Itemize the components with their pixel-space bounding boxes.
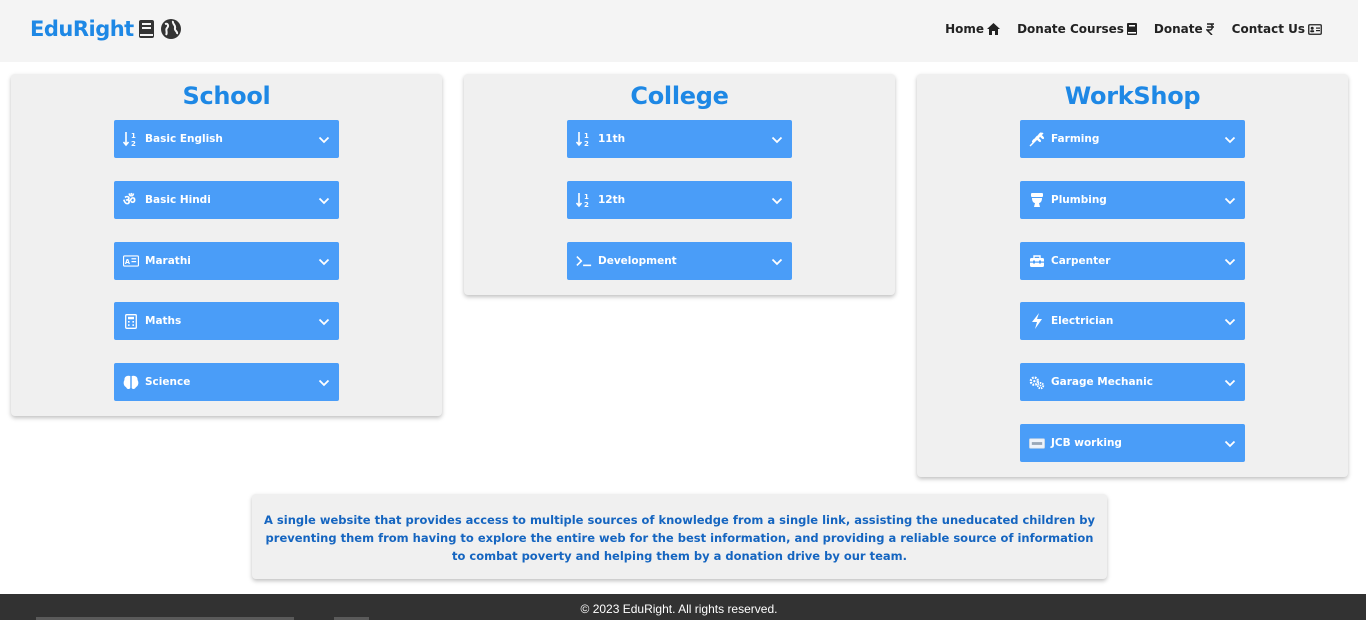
svg-text:2: 2	[584, 140, 589, 147]
workshop-card: WorkShop Farming Plumbing Carpenter Elec…	[917, 74, 1348, 477]
accordion-carpenter[interactable]: Carpenter	[1020, 242, 1245, 280]
college-title: College	[630, 82, 729, 110]
nav-donate-courses-label[interactable]: Donate Courses	[1017, 22, 1124, 36]
rupee-icon	[1205, 23, 1215, 35]
terminal-icon	[576, 253, 592, 269]
accordion-11th[interactable]: 12 11th	[567, 120, 792, 158]
navbar: EduRight Home Donate Courses Donate Cont…	[0, 0, 1358, 62]
wheat-icon	[1029, 131, 1045, 147]
sort-numeric-icon: 12	[576, 131, 592, 147]
accordion-basic-hindi[interactable]: ॐ Basic Hindi	[114, 181, 339, 219]
chevron-down-icon[interactable]	[318, 255, 330, 267]
svg-text:A: A	[125, 258, 131, 266]
accordion-maths[interactable]: Maths	[114, 302, 339, 340]
nav-donate-courses[interactable]: Donate Courses	[1017, 22, 1137, 36]
nav-contact-label[interactable]: Contact Us	[1232, 22, 1305, 36]
svg-text:1: 1	[584, 193, 589, 201]
accordion-basic-english[interactable]: 12 Basic English	[114, 120, 339, 158]
chevron-down-icon[interactable]	[1224, 376, 1236, 388]
school-title: School	[182, 82, 271, 110]
svg-text:ॐ: ॐ	[123, 192, 136, 208]
brain-icon	[123, 374, 139, 390]
gears-icon	[1029, 374, 1045, 390]
nav-contact[interactable]: Contact Us	[1232, 22, 1322, 36]
bolt-icon	[1029, 313, 1045, 329]
svg-text:2: 2	[584, 201, 589, 208]
accordion-label: Science	[145, 376, 191, 388]
chevron-down-icon[interactable]	[771, 194, 783, 206]
accordion-label: Plumbing	[1051, 194, 1107, 206]
nav-links: Home Donate Courses Donate Contact Us	[945, 22, 1322, 36]
footer: © 2023 EduRight. All rights reserved.	[0, 594, 1366, 620]
about-box: A single website that provides access to…	[252, 494, 1107, 579]
svg-text:2: 2	[131, 140, 136, 147]
brand-logo[interactable]: EduRight	[30, 17, 182, 41]
nav-donate[interactable]: Donate	[1154, 22, 1215, 36]
accordion-development[interactable]: Development	[567, 242, 792, 280]
svg-text:1: 1	[131, 132, 136, 140]
accordion-label: Carpenter	[1051, 255, 1111, 267]
jcb-icon	[1029, 435, 1045, 451]
accordion-marathi[interactable]: A Marathi	[114, 242, 339, 280]
accordion-label: Maths	[145, 315, 182, 327]
accordion-label: Basic Hindi	[145, 194, 211, 206]
accordion-label: Marathi	[145, 255, 191, 267]
workshop-title: WorkShop	[1064, 82, 1201, 110]
page-scrollbar[interactable]	[1358, 0, 1366, 620]
chevron-down-icon[interactable]	[771, 133, 783, 145]
globe-icon	[160, 18, 182, 40]
book-icon	[1126, 23, 1137, 35]
sort-numeric-icon: 12	[576, 192, 592, 208]
book-icon	[137, 19, 157, 39]
accordion-label: 11th	[598, 133, 626, 145]
nav-home-label[interactable]: Home	[945, 22, 984, 36]
school-card: School 12 Basic English ॐ Basic Hindi A …	[11, 74, 442, 416]
chevron-down-icon[interactable]	[1224, 194, 1236, 206]
chevron-down-icon[interactable]	[318, 376, 330, 388]
brand-name[interactable]: EduRight	[30, 17, 134, 41]
chevron-down-icon[interactable]	[1224, 315, 1236, 327]
calculator-icon	[123, 313, 139, 329]
om-icon: ॐ	[123, 192, 139, 208]
nav-donate-label[interactable]: Donate	[1154, 22, 1203, 36]
accordion-label: 12th	[598, 194, 626, 206]
accordion-jcb-working[interactable]: JCB working	[1020, 424, 1245, 462]
id-card-icon: A	[123, 253, 139, 269]
toolbox-icon	[1029, 253, 1045, 269]
accordion-plumbing[interactable]: Plumbing	[1020, 181, 1245, 219]
toilet-icon	[1029, 192, 1045, 208]
accordion-garage-mechanic[interactable]: Garage Mechanic	[1020, 363, 1245, 401]
accordion-label: Garage Mechanic	[1051, 376, 1153, 388]
accordion-label: JCB working	[1051, 437, 1122, 449]
college-card: College 12 11th 12 12th Development	[464, 74, 895, 295]
accordion-label: Farming	[1051, 133, 1100, 145]
chevron-down-icon[interactable]	[1224, 437, 1236, 449]
accordion-label: Development	[598, 255, 677, 267]
chevron-down-icon[interactable]	[318, 194, 330, 206]
accordion-label: Basic English	[145, 133, 223, 145]
chevron-down-icon[interactable]	[318, 315, 330, 327]
copyright-text: © 2023 EduRight. All rights reserved.	[580, 602, 778, 616]
sort-numeric-icon: 12	[123, 131, 139, 147]
accordion-science[interactable]: Science	[114, 363, 339, 401]
accordion-label: Electrician	[1051, 315, 1114, 327]
accordion-farming[interactable]: Farming	[1020, 120, 1245, 158]
chevron-down-icon[interactable]	[1224, 133, 1236, 145]
accordion-electrician[interactable]: Electrician	[1020, 302, 1245, 340]
accordion-12th[interactable]: 12 12th	[567, 181, 792, 219]
contact-card-icon	[1308, 23, 1322, 35]
chevron-down-icon[interactable]	[318, 133, 330, 145]
chevron-down-icon[interactable]	[771, 255, 783, 267]
chevron-down-icon[interactable]	[1224, 255, 1236, 267]
home-icon	[987, 23, 1001, 35]
nav-home[interactable]: Home	[945, 22, 1001, 36]
svg-text:1: 1	[584, 132, 589, 140]
